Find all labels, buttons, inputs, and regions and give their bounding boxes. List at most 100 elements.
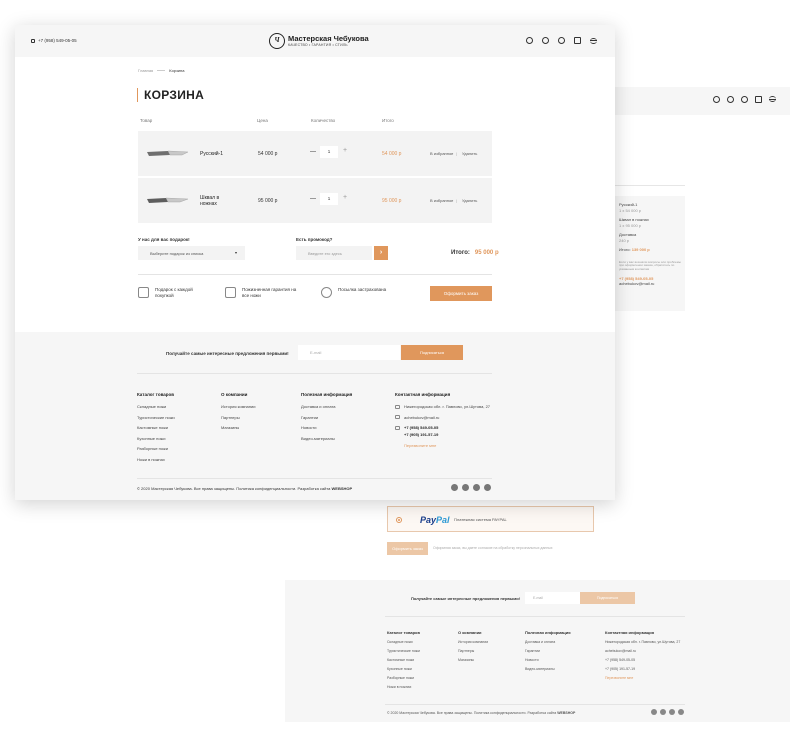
footer-link[interactable]: История компании xyxy=(221,404,255,409)
bag-icon[interactable] xyxy=(755,96,762,103)
header-phone[interactable]: +7 (958) 549-05-05 xyxy=(31,38,77,43)
search-icon[interactable] xyxy=(713,96,720,103)
bag-icon[interactable] xyxy=(574,37,581,44)
separator: | xyxy=(456,151,458,156)
footer-phone[interactable]: +7 (958) 549-05-05 xyxy=(395,425,490,430)
footer-phone[interactable]: +7 (958) 549-05-05 xyxy=(605,658,680,662)
site-logo[interactable]: Ч Мастерская Чебукова КАЧЕСТВО • ГАРАНТИ… xyxy=(269,33,369,49)
facebook-icon[interactable] xyxy=(669,709,675,715)
footer-link[interactable]: Ножи в ножнах xyxy=(387,685,420,689)
qty-minus-button[interactable] xyxy=(310,198,316,199)
add-to-favorites-link[interactable]: В избранное xyxy=(430,151,453,156)
row-total: 54 000 р xyxy=(382,151,402,157)
footer-link[interactable]: Кастомные ножи xyxy=(137,425,175,430)
add-to-favorites-link[interactable]: В избранное xyxy=(430,198,453,203)
footer-email[interactable]: achebukov@mail.ru xyxy=(395,415,490,420)
footer-link[interactable]: Магазины xyxy=(458,658,488,662)
footer-link[interactable]: Доставка и оплата xyxy=(301,404,352,409)
footer-link[interactable]: Разборные ножи xyxy=(387,676,420,680)
newsletter-email-input[interactable]: E-mail xyxy=(525,592,580,604)
footer-link[interactable]: Видео-материалы xyxy=(301,436,352,441)
qty-minus-button[interactable] xyxy=(310,151,316,152)
footer-copyright: © 2020 Мастерская Чебукова. Все права за… xyxy=(387,711,576,715)
checkout-button[interactable]: Оформить заказ xyxy=(430,286,492,301)
phone-icon xyxy=(395,425,400,430)
row-total: 95 000 р xyxy=(382,198,402,204)
footer-copyright: © 2020 Мастерская Чебукова. Все права за… xyxy=(137,486,353,491)
callback-link[interactable]: Перезвоните мне xyxy=(605,676,680,680)
footer-link[interactable]: Туристические ножи xyxy=(387,649,420,653)
qty-plus-button[interactable]: + xyxy=(343,146,347,156)
qty-plus-button[interactable]: + xyxy=(343,193,347,203)
background-footer: Получайте самые интересные предложения п… xyxy=(285,580,790,722)
remove-link[interactable]: Удалить xyxy=(462,198,477,203)
instagram-icon[interactable] xyxy=(451,484,458,491)
user-icon[interactable] xyxy=(558,37,565,44)
footer-link[interactable]: Складные ножи xyxy=(137,404,175,409)
checkout-submit-button[interactable]: Оформить заказ xyxy=(387,542,428,555)
footer-link[interactable]: Кастомные ножи xyxy=(387,658,420,662)
youtube-icon[interactable] xyxy=(484,484,491,491)
footer-link[interactable]: Видео-материалы xyxy=(525,667,571,671)
footer-phone[interactable]: +7 (905) 191-57-19 xyxy=(605,667,680,671)
search-icon[interactable] xyxy=(526,37,533,44)
footer-link[interactable]: Разборные ножи xyxy=(137,446,175,451)
col-header-quantity: Количество xyxy=(311,118,336,123)
newsletter-email-input[interactable]: E-mail xyxy=(298,345,400,360)
summary-total: 139 000 р xyxy=(631,247,650,252)
vk-icon[interactable] xyxy=(462,484,469,491)
promo-apply-button[interactable]: › xyxy=(374,246,388,260)
facebook-icon[interactable] xyxy=(473,484,480,491)
footer-link[interactable]: Доставка и оплата xyxy=(525,640,571,644)
remove-link[interactable]: Удалить xyxy=(462,151,477,156)
footer-email[interactable]: achebukov@mail.ru xyxy=(605,649,680,653)
footer-link[interactable]: Туристические ножи xyxy=(137,415,175,420)
footer-link[interactable]: Гарантии xyxy=(525,649,571,653)
heart-icon[interactable] xyxy=(727,96,734,103)
summary-email[interactable]: achebukov@mail.ru xyxy=(619,281,681,287)
callback-link[interactable]: Перезвоните мне xyxy=(395,443,490,448)
product-name[interactable]: Шквал в ножнах xyxy=(200,195,230,207)
footer-about: О компании История компании Партнеры Маг… xyxy=(458,630,489,662)
footer-link[interactable]: Ножи в ножнах xyxy=(137,457,175,462)
product-name[interactable]: Русский-1 xyxy=(200,151,223,157)
gift-icon xyxy=(138,287,149,298)
heart-icon[interactable] xyxy=(542,37,549,44)
footer-link[interactable]: Новости xyxy=(301,425,352,430)
paypal-option[interactable]: PayPal Платежная система PAYPAL xyxy=(387,506,594,532)
footer-link[interactable]: Магазины xyxy=(221,425,255,430)
breadcrumb-home[interactable]: Главная xyxy=(138,68,153,73)
phone-icon xyxy=(31,38,35,43)
col-header-price: Цена xyxy=(257,118,268,123)
footer-info: Полезная информация Доставка и оплата Га… xyxy=(301,392,353,441)
menu-icon[interactable] xyxy=(769,96,776,102)
user-icon[interactable] xyxy=(741,96,748,103)
footer-link[interactable]: Кухонные ножи xyxy=(137,436,175,441)
footer-link[interactable]: История компании xyxy=(458,640,488,644)
footer-link[interactable]: Партнеры xyxy=(458,649,488,653)
footer-link[interactable]: Новости xyxy=(525,658,571,662)
promo-input[interactable]: Введите его здесь xyxy=(296,246,372,260)
footer-link[interactable]: Партнеры xyxy=(221,415,255,420)
subscribe-button[interactable]: Подписаться xyxy=(580,592,635,604)
gift-label: У нас для вас подарок! xyxy=(138,237,190,242)
footer-link[interactable]: Кухонные ножи xyxy=(387,667,420,671)
youtube-icon[interactable] xyxy=(678,709,684,715)
separator: | xyxy=(456,198,458,203)
subscribe-button[interactable]: Подписаться xyxy=(401,345,463,360)
footer-link[interactable]: Гарантии xyxy=(301,415,352,420)
qty-input[interactable]: 1 xyxy=(320,146,338,158)
vk-icon[interactable] xyxy=(660,709,666,715)
cart-page: +7 (958) 549-05-05 Ч Мастерская Чебукова… xyxy=(15,25,615,500)
qty-input[interactable]: 1 xyxy=(320,193,338,205)
instagram-icon[interactable] xyxy=(651,709,657,715)
paypal-text: Платежная система PAYPAL xyxy=(454,517,507,522)
warranty-icon xyxy=(225,287,236,298)
cart-row: Шквал в ножнах 95 000 р 1 + 95 000 р В и… xyxy=(138,178,492,223)
menu-icon[interactable] xyxy=(590,37,597,44)
paypal-radio[interactable] xyxy=(396,517,402,523)
feature-insurance: Посылка застрахована xyxy=(321,287,388,298)
footer-link[interactable]: Складные ножи xyxy=(387,640,420,644)
footer-phone[interactable]: +7 (905) 191-57-19 xyxy=(395,432,490,437)
gift-select[interactable]: Выберите подарок из списка ▾ xyxy=(138,246,245,260)
